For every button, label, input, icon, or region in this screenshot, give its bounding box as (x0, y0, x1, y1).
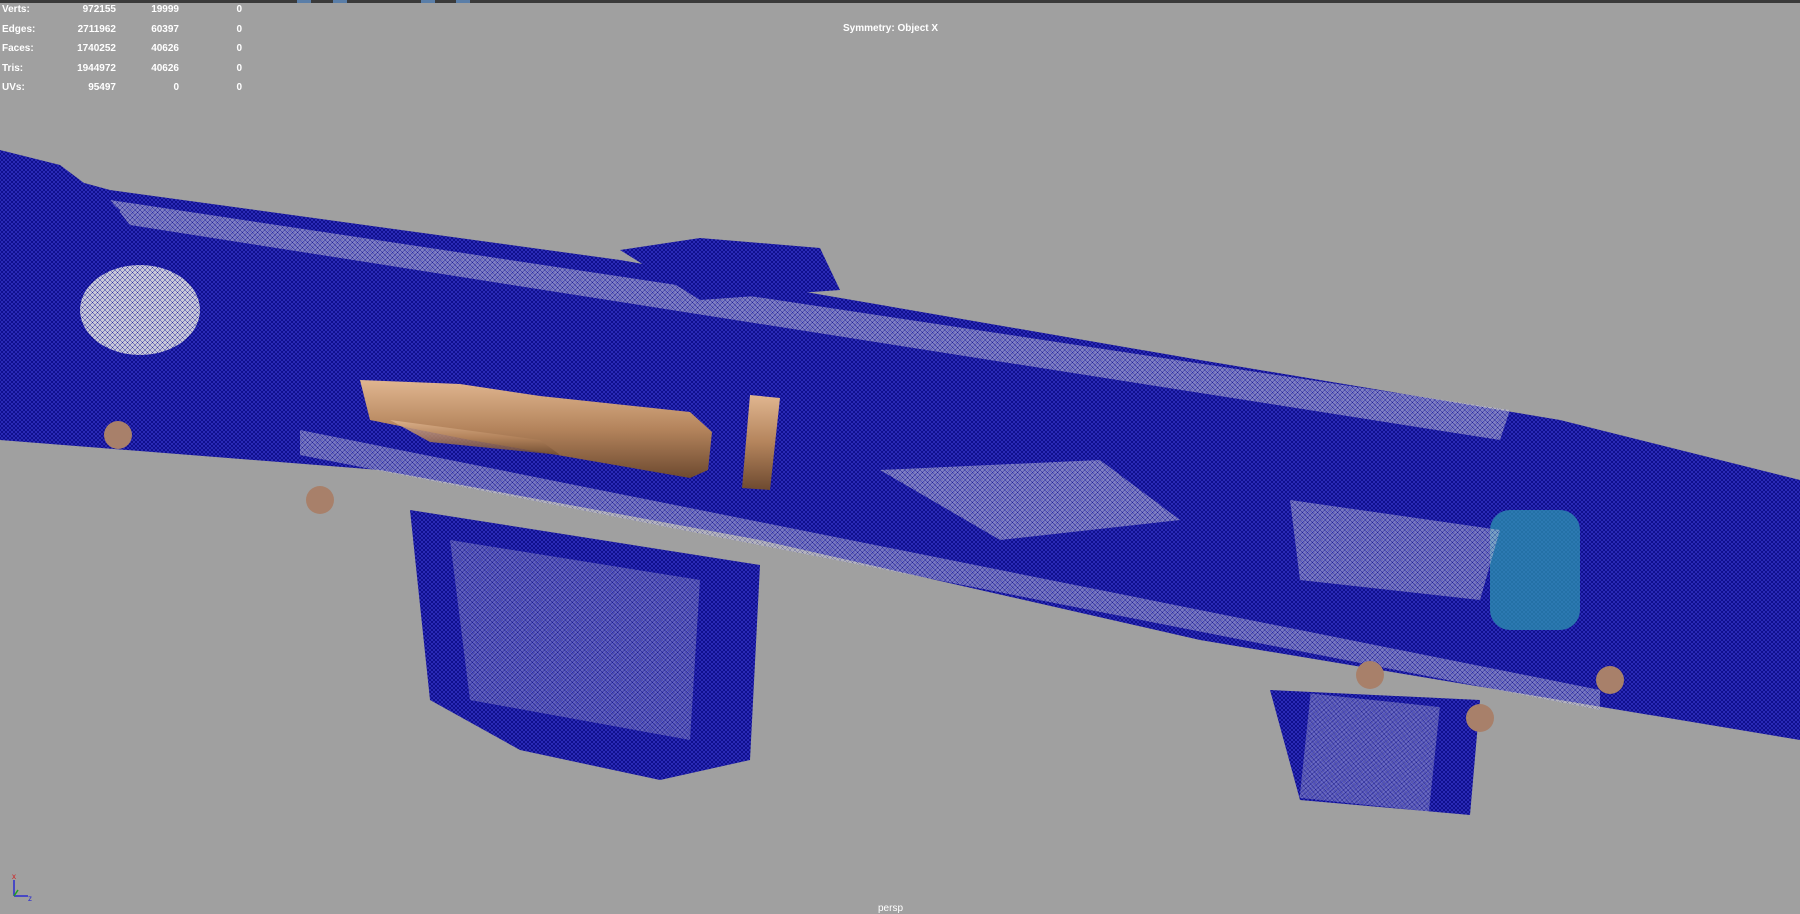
viewport-model[interactable] (0, 0, 1800, 912)
camera-label: persp (878, 903, 904, 914)
axis-x-label: x (12, 872, 16, 881)
weapon-mesh[interactable] (0, 150, 1800, 815)
axis-gizmo-icon: x z (12, 872, 32, 902)
symmetry-indicator: Symmetry: Object X (843, 23, 939, 34)
hud-row-uvs: UVs: 95497 0 0 (2, 82, 242, 94)
hud-row-faces: Faces: 1740252 40626 0 (2, 43, 242, 55)
hud-row-edges: Edges: 2711962 60397 0 (2, 23, 242, 35)
poly-count-hud: Verts: 972155 19999 0 Edges: 2711962 603… (2, 4, 242, 102)
hud-row-tris: Tris: 1944972 40626 0 (2, 62, 242, 74)
hud-row-verts: Verts: 972155 19999 0 (2, 4, 242, 15)
axis-z-label: z (28, 894, 32, 902)
